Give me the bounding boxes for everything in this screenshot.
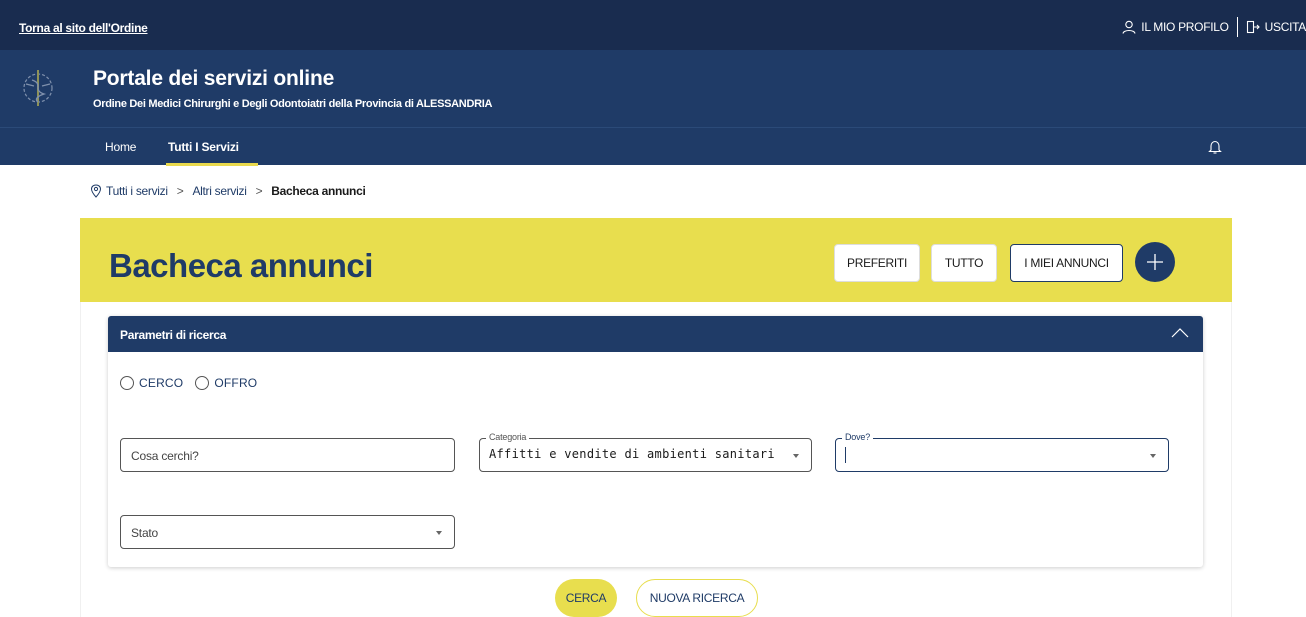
breadcrumb-item-tutti-i-servizi[interactable]: Tutti i servizi [106,184,168,198]
logout-link[interactable]: USCITA [1246,20,1306,34]
user-menu: IL MIO PROFILO USCITA [1122,17,1306,37]
preferiti-button[interactable]: PREFERITI [834,244,920,282]
categoria-value: Affitti e vendite di ambienti sanitari [489,447,775,461]
dove-legend: Dove? [842,432,874,442]
breadcrumb-item-current: Bacheca annunci [271,184,366,198]
chevron-down-icon [1150,454,1156,458]
location-pin-icon [90,184,102,198]
profile-label: IL MIO PROFILO [1141,20,1229,34]
search-parameters-card: Parametri di ricerca CERCO OFFRO Cosa ce… [108,316,1203,567]
search-card-title: Parametri di ricerca [120,328,227,342]
breadcrumb: Tutti i servizi > Altri servizi > Bachec… [90,184,366,198]
radio-offro[interactable]: OFFRO [195,376,257,390]
radio-circle-icon[interactable] [120,376,134,390]
search-actions: CERCA NUOVA RICERCA [0,579,1306,617]
chevron-down-icon [793,454,799,458]
cerca-button[interactable]: CERCA [555,579,617,617]
site-header: Portale dei servizi online Ordine Dei Me… [0,50,1306,127]
top-utility-bar: Torna al sito dell'Ordine IL MIO PROFILO… [0,0,1306,50]
plus-icon [1147,254,1163,270]
cosa-cerchi-input[interactable]: Cosa cerchi? [120,438,455,472]
main-nav: Home Tutti I Servizi [0,127,1306,166]
text-cursor [845,447,846,463]
chevron-up-icon[interactable] [1171,327,1189,339]
categoria-select[interactable]: Categoria Affitti e vendite di ambienti … [479,432,812,472]
chevron-down-icon [436,531,442,535]
search-type-radios: CERCO OFFRO [120,376,269,390]
breadcrumb-item-altri-servizi[interactable]: Altri servizi [192,184,246,198]
logout-icon [1246,20,1260,34]
portal-subtitle: Ordine Dei Medici Chirurghi e Degli Odon… [93,98,493,110]
radio-cerco-label: CERCO [139,376,184,390]
back-to-site-link[interactable]: Torna al sito dell'Ordine [19,21,148,35]
page-title: Bacheca annunci [109,247,373,284]
add-annuncio-button[interactable] [1135,242,1175,282]
active-tab-indicator [166,163,258,166]
radio-cerco[interactable]: CERCO [120,376,183,390]
stato-select[interactable]: Stato [120,515,455,549]
user-icon [1122,20,1136,34]
breadcrumb-separator: > [255,184,263,198]
profile-link[interactable]: IL MIO PROFILO [1122,20,1229,34]
breadcrumb-separator: > [176,184,184,198]
logout-label: USCITA [1264,20,1306,34]
categoria-legend: Categoria [486,432,530,442]
radio-circle-icon[interactable] [195,376,210,390]
radio-offro-label: OFFRO [214,376,258,390]
i-miei-annunci-button[interactable]: I MIEI ANNUNCI [1010,244,1123,282]
separator [1236,17,1238,37]
nuova-ricerca-button[interactable]: NUOVA RICERCA [636,579,758,617]
portal-title: Portale dei servizi online [93,67,335,90]
caduceus-logo-icon [23,70,53,106]
search-card-header[interactable]: Parametri di ricerca [108,316,1203,352]
stato-placeholder: Stato [131,526,159,540]
page-banner: Bacheca annunci PREFERITI TUTTO I MIEI A… [80,218,1232,302]
nav-item-tutti-i-servizi[interactable]: Tutti I Servizi [168,140,239,154]
nav-item-home[interactable]: Home [105,140,136,154]
bell-icon[interactable] [1208,139,1222,155]
tutto-button[interactable]: TUTTO [931,244,997,282]
cosa-cerchi-placeholder: Cosa cerchi? [131,449,199,463]
dove-select[interactable]: Dove? [835,432,1169,472]
